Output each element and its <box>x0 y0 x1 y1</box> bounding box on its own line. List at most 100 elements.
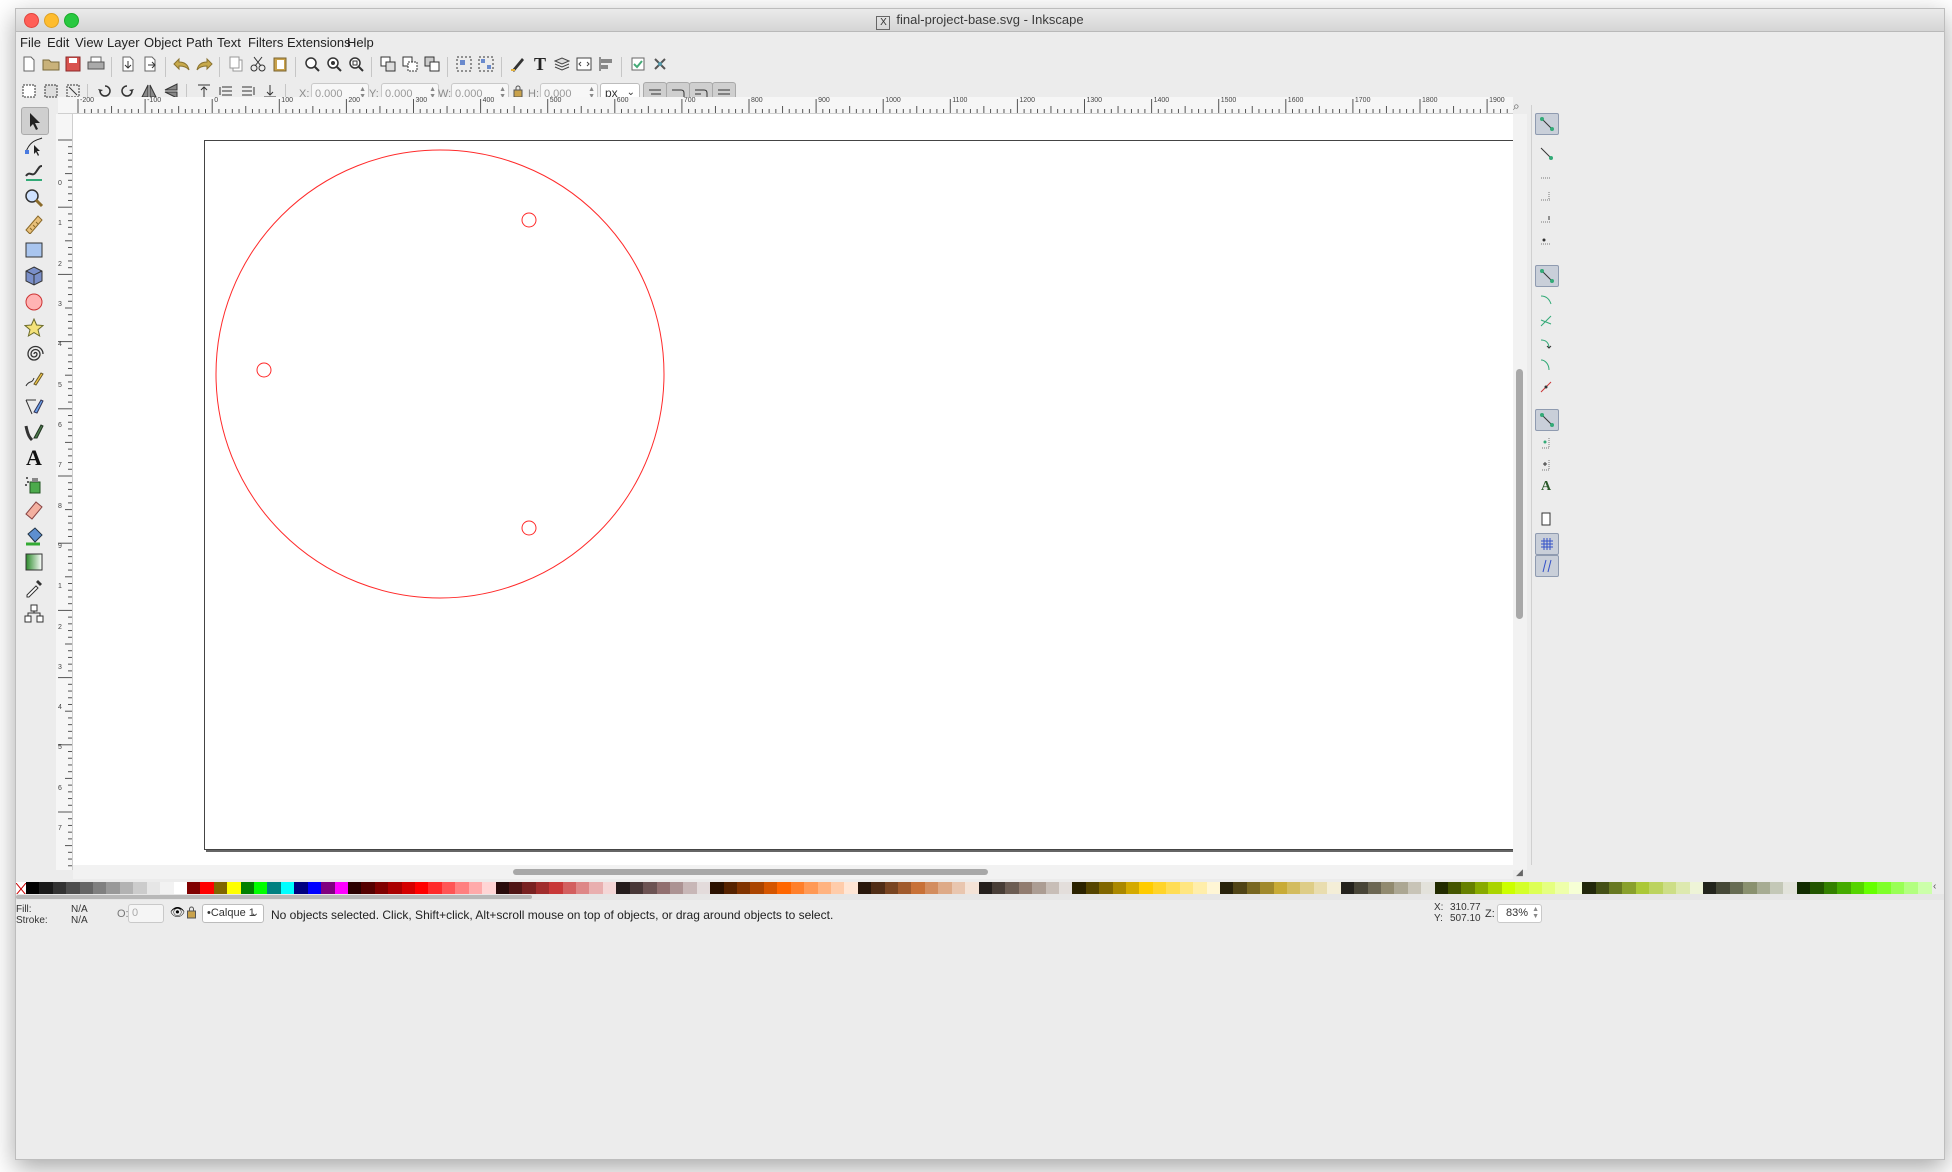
snap-text-baseline-icon[interactable]: A <box>1535 477 1557 497</box>
layers-icon[interactable] <box>551 53 573 75</box>
snap-bbox-centers-icon[interactable] <box>1535 231 1557 251</box>
color-swatch[interactable] <box>294 882 309 894</box>
select-all-icon[interactable] <box>18 80 40 102</box>
export-icon[interactable] <box>139 53 161 75</box>
color-swatch[interactable] <box>39 882 54 894</box>
color-swatch[interactable] <box>1058 882 1073 894</box>
horizontal-ruler[interactable]: -200 -100 0 100 200 300 400 500 600 700 800 900 1000… <box>58 97 1513 114</box>
no-paint-swatch[interactable] <box>16 882 27 896</box>
color-swatch[interactable] <box>1582 882 1597 894</box>
color-swatch[interactable] <box>696 882 711 894</box>
color-swatch[interactable] <box>401 882 416 894</box>
duplicate-icon[interactable] <box>377 53 399 75</box>
opacity-field[interactable]: 0 <box>128 904 164 923</box>
color-swatch[interactable] <box>938 882 953 894</box>
color-swatch[interactable] <box>1716 882 1731 894</box>
color-swatch[interactable] <box>334 882 349 894</box>
paste-icon[interactable] <box>269 53 291 75</box>
color-swatch[interactable] <box>267 882 282 894</box>
snap-others-icon[interactable] <box>1535 409 1559 431</box>
color-swatch[interactable] <box>871 882 886 894</box>
color-swatch[interactable] <box>280 882 295 894</box>
color-swatch[interactable] <box>589 882 604 894</box>
preferences-icon[interactable] <box>627 53 649 75</box>
color-swatch[interactable] <box>428 882 443 894</box>
color-swatch[interactable] <box>1005 882 1020 894</box>
color-swatch[interactable] <box>1233 882 1248 894</box>
color-swatch[interactable] <box>441 882 456 894</box>
paint-bucket-tool-icon[interactable] <box>21 523 47 549</box>
spiral-tool-icon[interactable] <box>21 341 47 367</box>
color-swatch[interactable] <box>213 882 228 894</box>
snap-enable-icon[interactable] <box>1535 113 1559 135</box>
color-swatch[interactable] <box>978 882 993 894</box>
color-swatch[interactable] <box>1273 882 1288 894</box>
snap-rotation-centers-icon[interactable] <box>1535 455 1557 475</box>
snap-nodes-icon[interactable] <box>1535 265 1559 287</box>
color-swatch[interactable] <box>1246 882 1261 894</box>
snap-cusp-nodes-icon[interactable] <box>1535 333 1557 353</box>
snap-object-centers-icon[interactable] <box>1535 433 1557 453</box>
color-swatch[interactable] <box>133 882 148 894</box>
menu-filters[interactable]: Filters <box>248 35 283 50</box>
color-swatch[interactable] <box>1354 882 1369 894</box>
palette-scrollbar[interactable] <box>16 894 1944 900</box>
color-swatch[interactable] <box>186 882 201 894</box>
color-swatch[interactable] <box>1032 882 1047 894</box>
pencil-tool-icon[interactable] <box>21 367 47 393</box>
color-swatch[interactable] <box>1595 882 1610 894</box>
snap-smooth-nodes-icon[interactable] <box>1535 355 1557 375</box>
color-swatch[interactable] <box>763 882 778 894</box>
current-layer-select[interactable]: •Calque 1 ⌄ <box>202 904 264 923</box>
menu-extensions[interactable]: Extensions <box>287 35 351 50</box>
eraser-tool-icon[interactable] <box>21 497 47 523</box>
fill-stroke-icon[interactable] <box>507 53 529 75</box>
color-swatch[interactable] <box>737 882 752 894</box>
spray-tool-icon[interactable] <box>21 471 47 497</box>
color-swatch[interactable] <box>857 882 872 894</box>
color-swatch[interactable] <box>1219 882 1234 894</box>
color-swatch[interactable] <box>1810 882 1825 894</box>
new-document-icon[interactable] <box>18 53 40 75</box>
pen-tool-icon[interactable] <box>21 393 47 419</box>
color-swatch[interactable] <box>1689 882 1704 894</box>
menu-file[interactable]: File <box>20 35 41 50</box>
color-swatch[interactable] <box>1206 882 1221 894</box>
color-swatch[interactable] <box>1850 882 1865 894</box>
color-swatch[interactable] <box>1380 882 1395 894</box>
color-swatch[interactable] <box>146 882 161 894</box>
color-swatch[interactable] <box>1702 882 1717 894</box>
color-swatch[interactable] <box>1796 882 1811 894</box>
vertical-scrollbar-thumb[interactable] <box>1516 369 1523 619</box>
color-swatch[interactable] <box>1045 882 1060 894</box>
zoom-tool-icon[interactable] <box>21 185 47 211</box>
color-swatch[interactable] <box>26 882 40 894</box>
color-swatch[interactable] <box>347 882 362 894</box>
snap-grids-icon[interactable] <box>1535 533 1559 555</box>
calligraphy-tool-icon[interactable] <box>21 419 47 445</box>
zoom-drawing-icon[interactable] <box>323 53 345 75</box>
color-swatch[interactable] <box>1139 882 1154 894</box>
color-swatch[interactable] <box>495 882 510 894</box>
3d-box-tool-icon[interactable] <box>21 263 47 289</box>
color-swatch[interactable] <box>1260 882 1275 894</box>
color-swatch[interactable] <box>1649 882 1664 894</box>
dropper-tool-icon[interactable] <box>21 575 47 601</box>
color-swatch[interactable] <box>1662 882 1677 894</box>
color-swatch[interactable] <box>455 882 470 894</box>
color-swatch[interactable] <box>482 882 497 894</box>
color-swatch[interactable] <box>1488 882 1503 894</box>
color-swatch[interactable] <box>1622 882 1637 894</box>
color-swatch[interactable] <box>388 882 403 894</box>
color-swatch[interactable] <box>1890 882 1905 894</box>
color-swatch[interactable] <box>1461 882 1476 894</box>
cut-icon[interactable] <box>247 53 269 75</box>
color-swatch[interactable] <box>1528 882 1543 894</box>
snap-midpoints-icon[interactable] <box>1535 377 1557 397</box>
color-swatch[interactable] <box>1152 882 1167 894</box>
layer-lock-icon[interactable] <box>186 905 197 924</box>
snap-bbox-icon[interactable] <box>1535 143 1557 163</box>
color-swatch[interactable] <box>777 882 792 894</box>
color-swatch[interactable] <box>1676 882 1691 894</box>
color-swatch[interactable] <box>1340 882 1355 894</box>
